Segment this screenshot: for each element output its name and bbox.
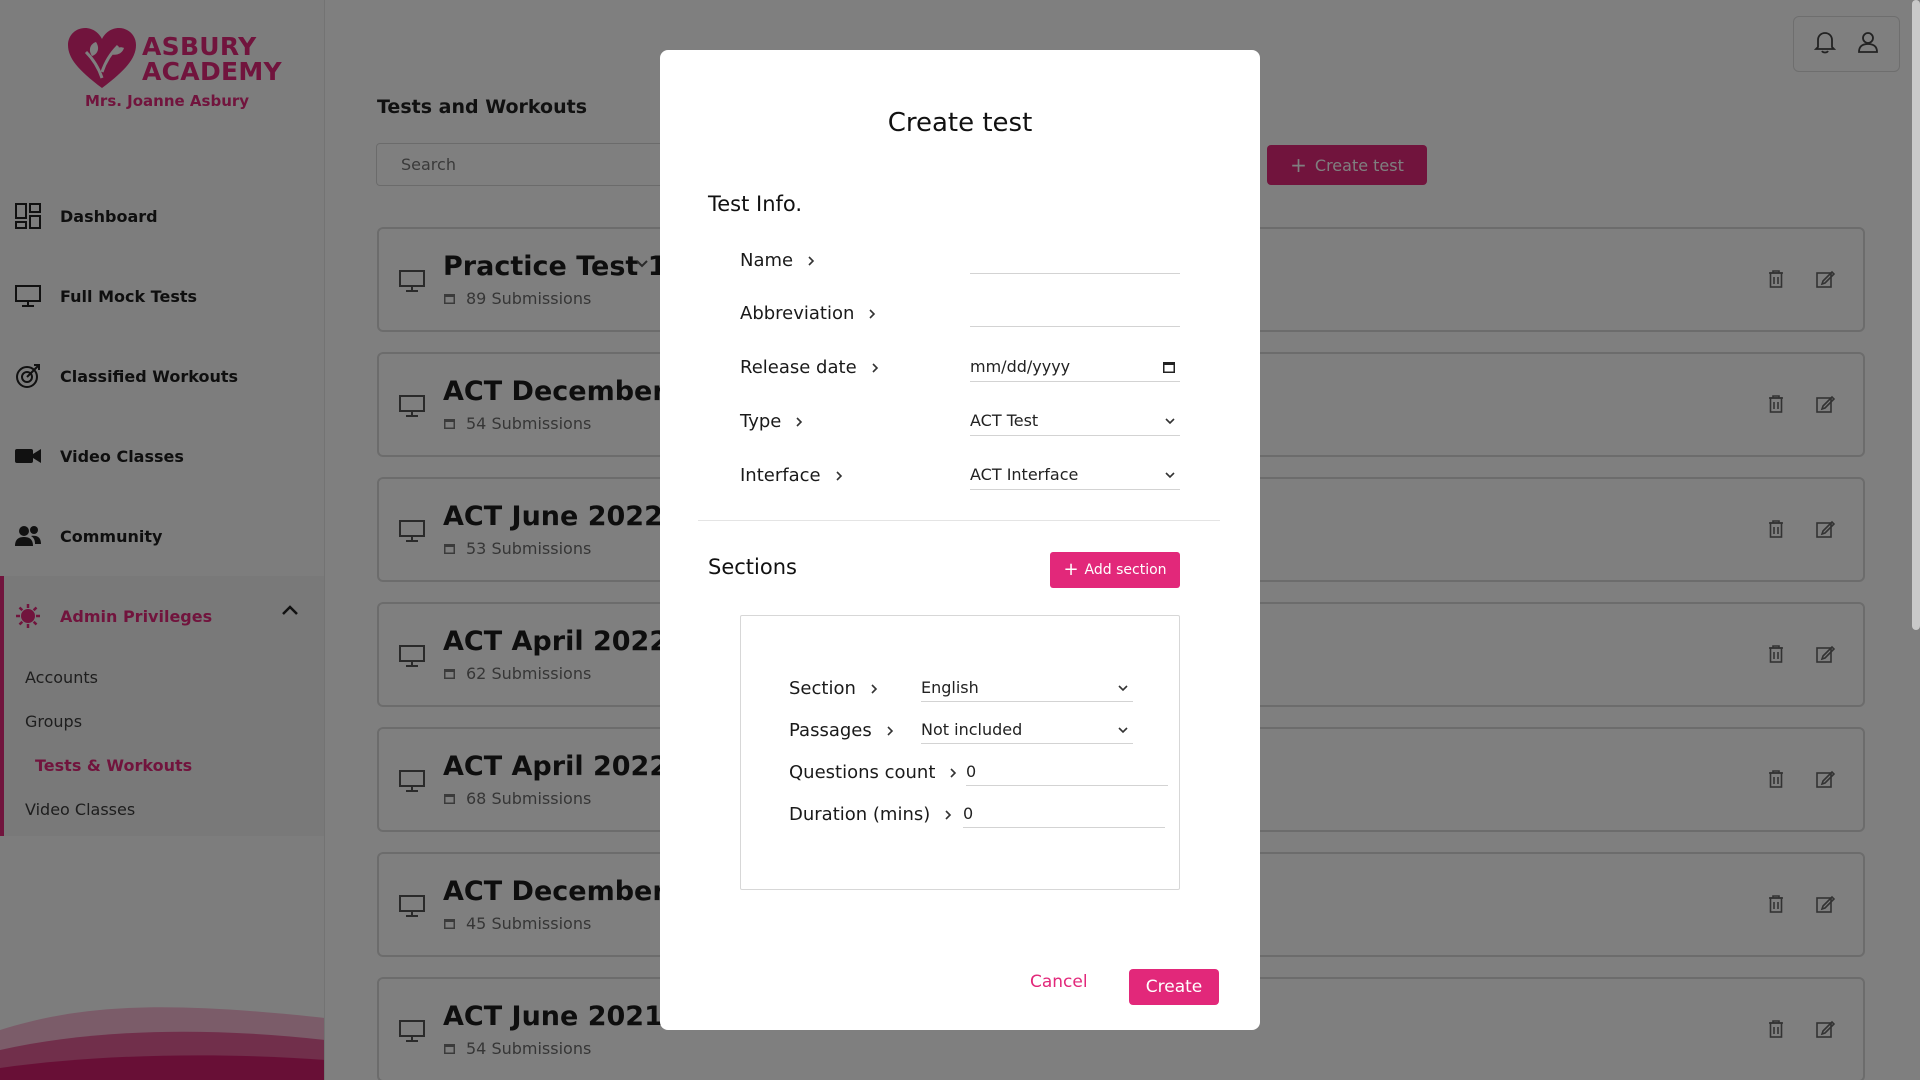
section-label-text: Section <box>789 678 856 699</box>
chevron-right-icon <box>887 725 893 736</box>
create-button[interactable]: Create <box>1129 969 1219 1005</box>
type-label-text: Type <box>740 411 782 432</box>
abbreviation-input[interactable] <box>970 297 1180 327</box>
chevron-right-icon <box>836 470 842 481</box>
chevron-right-icon <box>796 416 803 427</box>
release-date-label: Release date <box>740 357 879 378</box>
name-input[interactable] <box>970 244 1180 274</box>
passages-label: Passages <box>789 720 894 741</box>
interface-select[interactable]: ACT Interface <box>970 460 1180 490</box>
interface-select-value: ACT Interface <box>970 465 1079 484</box>
plus-icon: + <box>1063 559 1079 580</box>
abbreviation-label: Abbreviation <box>740 303 876 324</box>
section-select[interactable]: English <box>921 674 1133 702</box>
scrollbar[interactable] <box>1912 0 1920 630</box>
type-label: Type <box>740 411 803 432</box>
release-date-placeholder: mm/dd/yyyy <box>970 357 1071 376</box>
questions-count-label: Questions count <box>789 762 957 783</box>
chevron-down-icon <box>1118 684 1128 691</box>
cancel-button[interactable]: Cancel <box>1030 972 1088 992</box>
chevron-right-icon <box>869 308 876 319</box>
type-select[interactable]: ACT Test <box>970 406 1180 436</box>
calendar-icon[interactable] <box>1162 360 1176 374</box>
chevron-right-icon <box>950 767 957 778</box>
duration-input[interactable]: 0 <box>963 800 1165 828</box>
section-label: Section <box>789 678 878 699</box>
add-section-button[interactable]: + Add section <box>1050 552 1180 588</box>
section-select-value: English <box>921 678 979 697</box>
chevron-down-icon <box>1165 417 1175 424</box>
chevron-right-icon <box>872 362 878 373</box>
name-label-text: Name <box>740 250 794 271</box>
name-label: Name <box>740 250 815 271</box>
abbreviation-label-text: Abbreviation <box>740 303 855 324</box>
type-select-value: ACT Test <box>970 411 1039 430</box>
release-date-label-text: Release date <box>740 357 857 378</box>
questions-count-value: 0 <box>966 762 977 781</box>
modal-title: Create test <box>887 108 1033 138</box>
chevron-down-icon <box>1165 471 1175 478</box>
duration-label: Duration (mins) <box>789 804 952 825</box>
chevron-right-icon <box>808 255 815 266</box>
sections-heading: Sections <box>708 555 797 579</box>
chevron-right-icon <box>945 809 952 820</box>
passages-label-text: Passages <box>789 720 872 741</box>
add-section-label: Add section <box>1084 562 1167 578</box>
questions-count-input[interactable]: 0 <box>966 758 1168 786</box>
duration-value: 0 <box>963 804 974 823</box>
passages-select-value: Not included <box>921 720 1023 739</box>
chevron-down-icon <box>1118 726 1128 733</box>
duration-label-text: Duration (mins) <box>789 804 931 825</box>
create-test-modal: Create test Test Info. Name Abbreviation… <box>660 50 1260 1030</box>
passages-select[interactable]: Not included <box>921 716 1133 744</box>
divider <box>698 520 1220 521</box>
interface-label: Interface <box>740 465 843 486</box>
interface-label-text: Interface <box>740 465 821 486</box>
questions-count-label-text: Questions count <box>789 762 936 783</box>
release-date-input[interactable]: mm/dd/yyyy <box>970 352 1180 382</box>
section-card: Section English Passages Not included Qu… <box>740 615 1180 890</box>
test-info-heading: Test Info. <box>708 192 803 216</box>
chevron-right-icon <box>871 683 878 694</box>
